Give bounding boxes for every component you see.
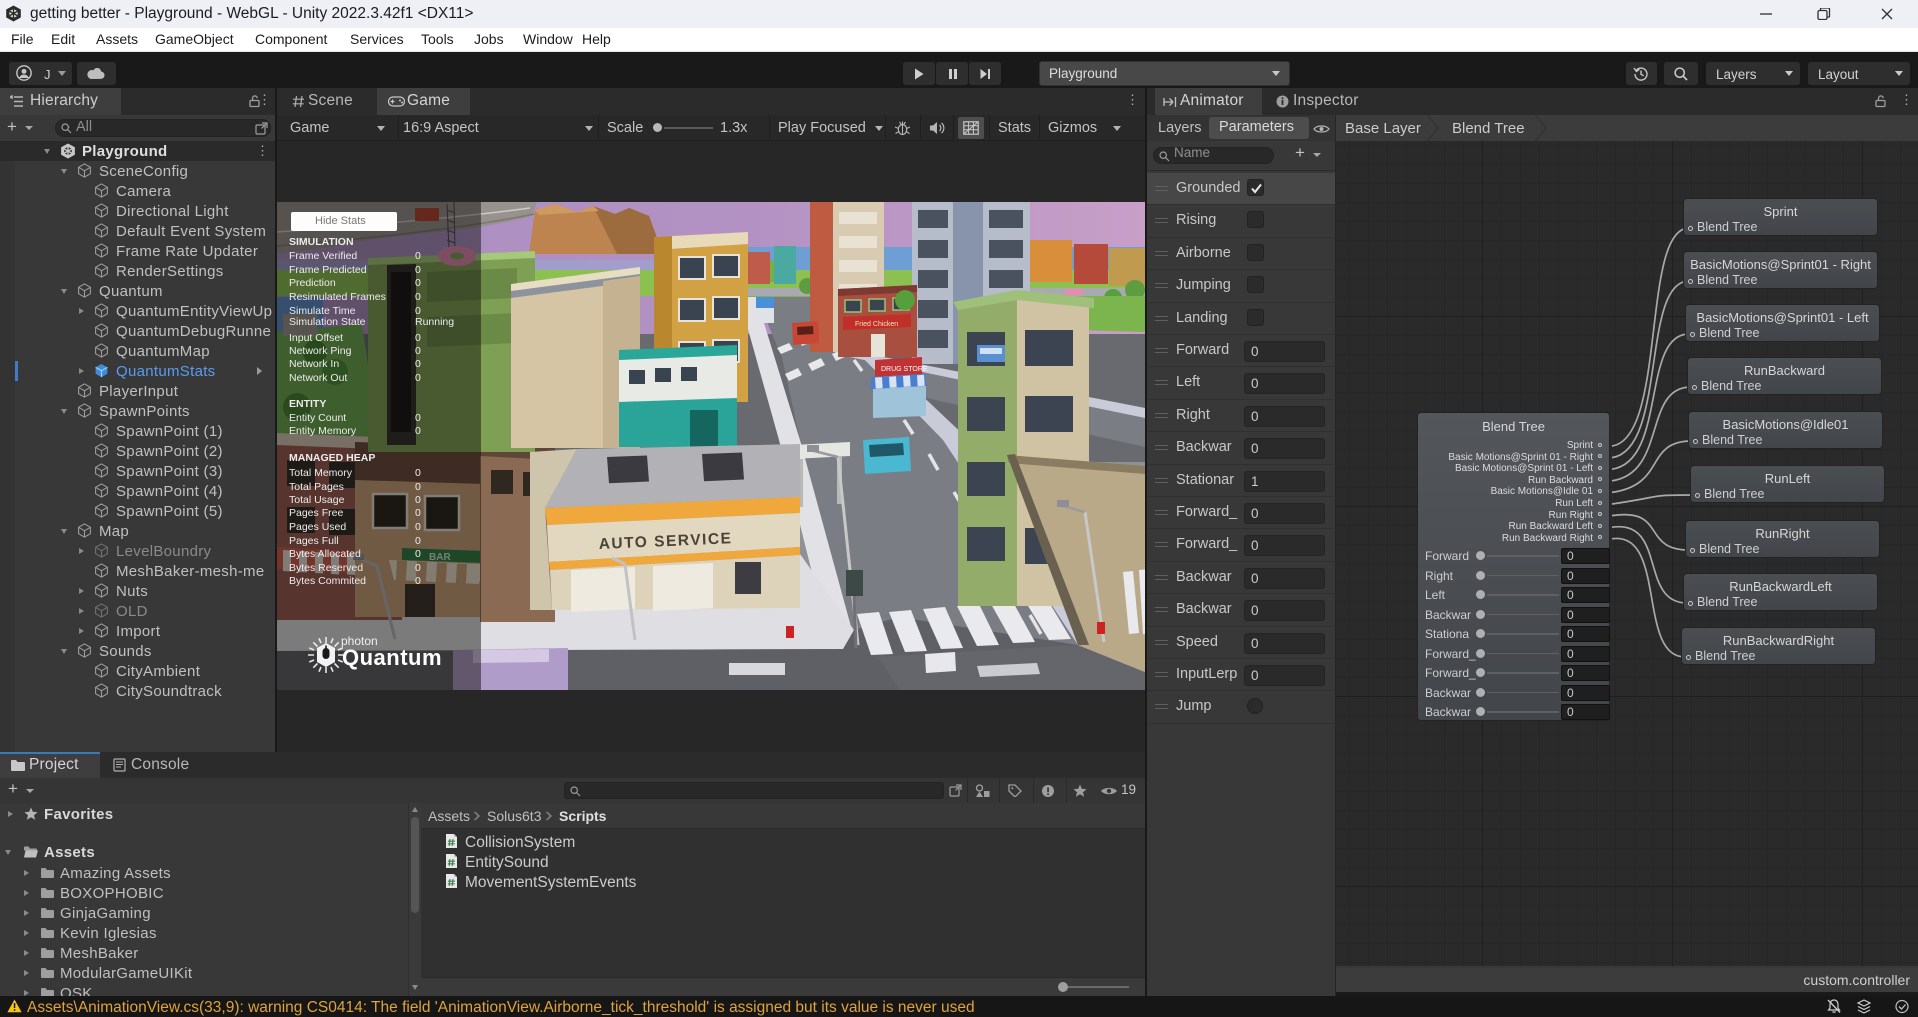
svg-text:Fried Chicken: Fried Chicken (855, 321, 898, 328)
svg-text:DRUG STORE: DRUG STORE (881, 366, 928, 373)
